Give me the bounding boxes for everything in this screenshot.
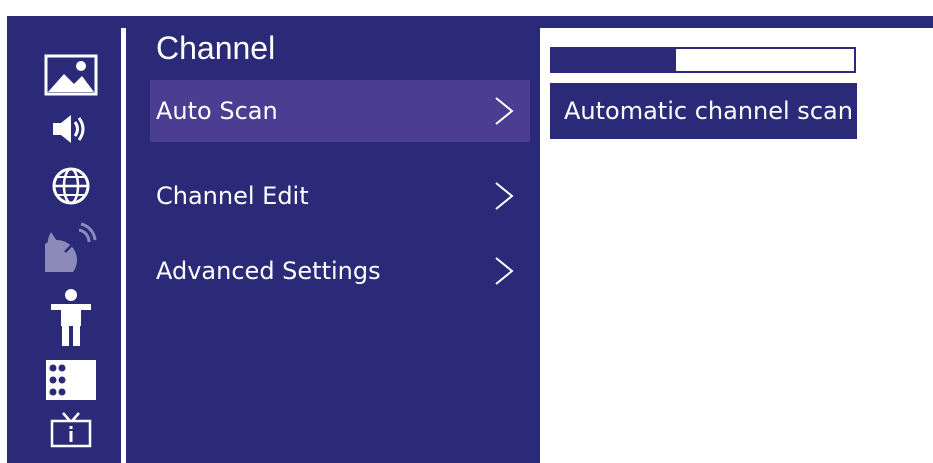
network-globe-icon[interactable] <box>43 166 99 206</box>
chevron-right-icon <box>495 257 514 285</box>
channel-menu: Channel Auto Scan Channel Edit Advanced … <box>126 16 540 463</box>
scan-progress-bar <box>550 47 856 73</box>
apps-grid-icon[interactable] <box>43 360 99 400</box>
picture-icon[interactable] <box>43 54 99 96</box>
chevron-right-icon <box>495 182 514 210</box>
top-margin <box>0 0 933 16</box>
accessibility-person-icon[interactable] <box>43 288 99 348</box>
menu-item-label: Advanced Settings <box>156 257 381 285</box>
detail-panel: Automatic channel scan <box>540 28 933 463</box>
menu-item-channel-edit[interactable]: Channel Edit <box>150 165 530 227</box>
description-box: Automatic channel scan <box>550 83 857 139</box>
category-rail <box>7 16 121 463</box>
satellite-dish-icon[interactable] <box>43 222 99 272</box>
sound-icon[interactable] <box>43 112 99 146</box>
tv-info-icon[interactable] <box>43 412 99 448</box>
menu-item-auto-scan[interactable]: Auto Scan <box>150 80 530 142</box>
description-text: Automatic channel scan <box>564 97 853 125</box>
menu-item-advanced-settings[interactable]: Advanced Settings <box>150 240 530 302</box>
chevron-right-icon <box>495 97 514 125</box>
scan-progress-fill <box>552 49 676 71</box>
menu-title: Channel <box>156 30 276 66</box>
menu-item-label: Channel Edit <box>156 182 309 210</box>
menu-item-label: Auto Scan <box>156 97 278 125</box>
